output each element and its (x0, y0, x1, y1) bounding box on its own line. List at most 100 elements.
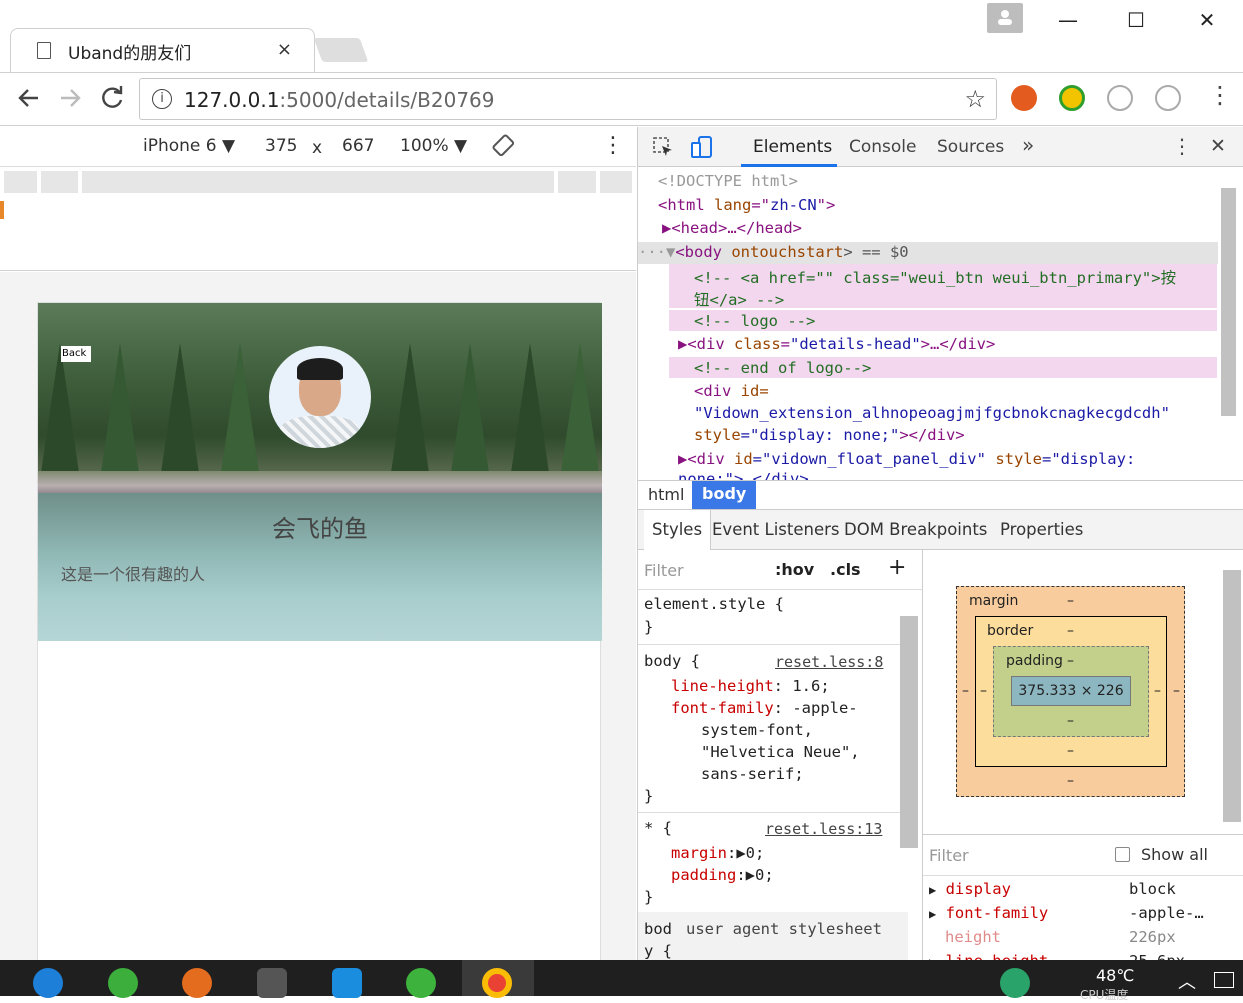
style-value: ="display: none;" (740, 426, 900, 444)
cls-toggle[interactable]: .cls (830, 560, 861, 579)
profile-button[interactable] (987, 3, 1023, 33)
div-node-details-head[interactable]: ▶<div class="details-head">…</div> (678, 335, 995, 353)
new-tab-button[interactable] (313, 38, 369, 62)
body-node[interactable]: ···▼<body ontouchstart> == $0 (638, 243, 909, 261)
wechat-icon[interactable] (406, 968, 436, 998)
computed-filter-input[interactable]: Filter (929, 846, 969, 865)
ie-icon[interactable] (108, 968, 138, 998)
zoom-select[interactable]: 100% ▼ (400, 136, 467, 156)
tab-properties[interactable]: Properties (1000, 520, 1083, 539)
forward-arrow-icon[interactable] (57, 83, 83, 119)
div-node-float-panel[interactable]: ▶<div id="vidown_float_panel_div" style=… (678, 450, 1135, 468)
computed-row[interactable]: ▶ font-family -apple-… (929, 904, 1229, 922)
firefox-icon[interactable] (182, 968, 212, 998)
prop-value-cont: "Helvetica Neue", (701, 743, 860, 761)
url-text[interactable]: 127.0.0.1:5000/details/B20769 (184, 88, 495, 112)
media-query-segment[interactable] (4, 171, 37, 193)
padding-decl[interactable]: padding:▶0; (671, 866, 774, 884)
body-selector[interactable]: body { (644, 652, 700, 670)
reload-icon[interactable] (99, 83, 125, 119)
html-end: "> (816, 196, 836, 214)
computed-row[interactable]: ▶ line-height 25.6px (929, 952, 1229, 960)
tab-elements[interactable]: Elements (753, 137, 832, 157)
element-style-selector[interactable]: element.style { (644, 595, 784, 613)
rotate-icon[interactable] (492, 134, 516, 163)
cpu-monitor-icon[interactable] (1000, 968, 1030, 998)
devtools-close-icon[interactable]: ✕ (1210, 135, 1226, 157)
device-more-icon[interactable]: ⋮ (602, 133, 624, 158)
browser-menu-icon[interactable]: ⋮ (1208, 81, 1232, 109)
style-attr: style (694, 426, 741, 444)
devtools-menu-icon[interactable]: ⋮ (1172, 134, 1192, 158)
inspect-element-icon[interactable] (652, 136, 674, 162)
device-height-input[interactable]: 667 (342, 136, 374, 156)
tray-chevron-icon[interactable]: ︿ (1178, 968, 1196, 994)
extension-icon-1[interactable] (1011, 85, 1037, 111)
address-bar[interactable]: i 127.0.0.1:5000/details/B20769 ☆ (139, 78, 997, 120)
styles-scrollbar[interactable] (900, 616, 918, 848)
elements-scrollbar[interactable] (1221, 188, 1236, 416)
hov-toggle[interactable]: :hov (775, 560, 814, 579)
doctype-node[interactable]: <!DOCTYPE html> (658, 172, 798, 190)
show-all-checkbox[interactable] (1115, 847, 1130, 862)
back-arrow-icon[interactable] (16, 83, 42, 119)
head-node[interactable]: ▶<head>…</head> (662, 219, 802, 237)
styles-filter-input[interactable]: Filter (644, 561, 684, 580)
extension-icon-2[interactable] (1059, 85, 1085, 111)
device-select[interactable]: iPhone 6 ▼ (143, 136, 235, 156)
media-query-bar (0, 167, 636, 271)
more-tabs-icon[interactable]: » (1022, 133, 1034, 157)
font-family-decl[interactable]: font-family: -apple- (671, 699, 858, 717)
line-height-decl[interactable]: line-height: 1.6; (671, 677, 830, 695)
extension-icon-4[interactable] (1155, 85, 1181, 111)
prop-name: font-family (671, 699, 774, 717)
star-source-link[interactable]: reset.less:13 (765, 820, 882, 838)
computed-row[interactable]: ▶ display block (929, 880, 1229, 898)
chrome-icon[interactable] (482, 968, 512, 998)
tab-styles[interactable]: Styles (644, 510, 712, 550)
comment-node[interactable]: <!-- end of logo--> (694, 359, 871, 377)
bookmark-star-icon[interactable]: ☆ (964, 85, 986, 113)
app-icon[interactable] (332, 968, 362, 998)
new-rule-icon[interactable]: + (888, 555, 906, 580)
computed-row[interactable]: height 226px (945, 928, 1229, 946)
universal-selector[interactable]: * { (644, 819, 672, 837)
media-query-segment[interactable] (600, 171, 632, 193)
edge-icon[interactable] (33, 968, 63, 998)
device-toolbar-toggle-icon[interactable] (690, 135, 714, 163)
media-query-segment[interactable] (41, 171, 78, 193)
comment-node[interactable]: <!-- <a href="" class="weui_btn weui_btn… (694, 266, 1176, 288)
tab-event-listeners[interactable]: Event Listeners (712, 520, 840, 539)
box-scrollbar[interactable] (1223, 570, 1241, 822)
expand-arrow-icon[interactable]: ▶ (929, 907, 936, 921)
body-source-link[interactable]: reset.less:8 (775, 653, 883, 671)
extension-icon-3[interactable] (1107, 85, 1133, 111)
site-info-icon[interactable]: i (152, 89, 172, 109)
sublime-icon[interactable] (257, 968, 287, 998)
tab-close-icon[interactable]: × (277, 39, 292, 60)
html-node[interactable]: <html lang="zh-CN"> (658, 196, 835, 214)
back-button[interactable]: Back (61, 346, 91, 362)
comment-node[interactable]: <!-- logo --> (694, 312, 815, 330)
notification-icon[interactable] (1214, 972, 1234, 988)
cpu-label: CPU温度 (1080, 988, 1129, 1002)
minimize-button[interactable]: — (1048, 8, 1088, 32)
window-close-button[interactable]: ✕ (1187, 8, 1227, 32)
maximize-button[interactable]: ☐ (1116, 8, 1156, 32)
media-query-segment[interactable] (82, 171, 554, 193)
crumb-html[interactable]: html (648, 485, 684, 504)
media-query-segment[interactable] (558, 171, 596, 193)
tab-sources[interactable]: Sources (937, 137, 1004, 157)
browser-tab[interactable]: Uband的朋友们 × (10, 28, 315, 72)
div-tag: ▶<div (678, 450, 734, 468)
device-width-input[interactable]: 375 (265, 136, 297, 156)
div-node-vidown[interactable]: <div id= (694, 382, 769, 400)
margin-decl[interactable]: margin:▶0; (671, 844, 764, 862)
tab-console[interactable]: Console (849, 137, 917, 157)
ua-selector[interactable]: bod (644, 920, 672, 938)
crumb-body[interactable]: body (692, 481, 757, 509)
expand-arrow-icon[interactable]: ▶ (929, 883, 936, 897)
navigation-bar: i 127.0.0.1:5000/details/B20769 ☆ ⋮ (0, 72, 1243, 126)
tab-dom-breakpoints[interactable]: DOM Breakpoints (844, 520, 987, 539)
styles-tabbar: Styles Event Listeners DOM Breakpoints P… (638, 510, 1243, 550)
